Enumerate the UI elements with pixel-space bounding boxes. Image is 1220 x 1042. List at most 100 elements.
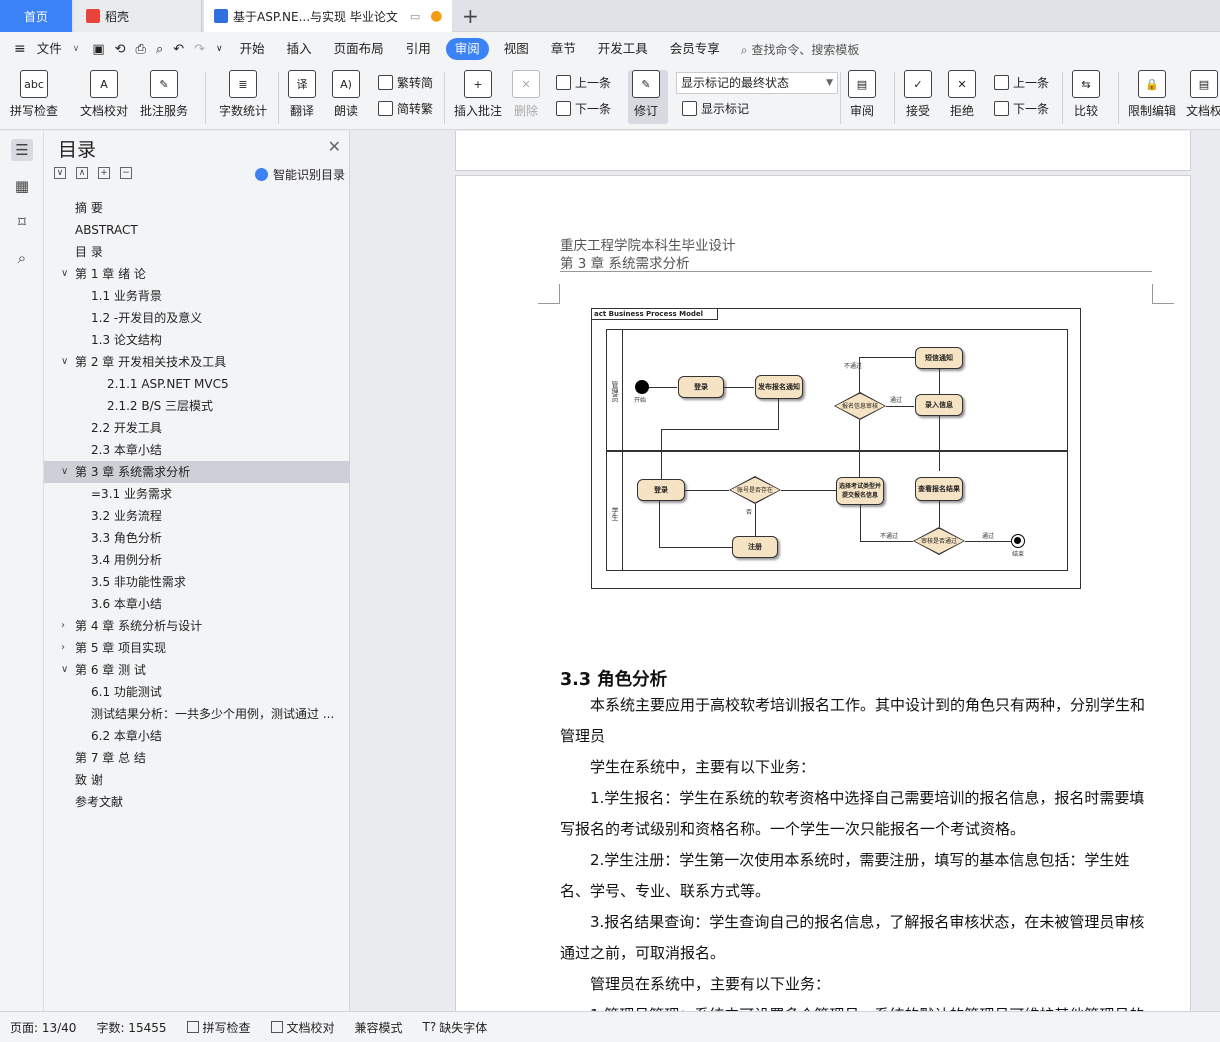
- toc-item[interactable]: 1.3 论文结构: [44, 329, 350, 351]
- toc-item[interactable]: › 第 5 章 项目实现: [44, 637, 350, 659]
- next-revision-button[interactable]: 下一条: [994, 100, 1049, 117]
- toc-item[interactable]: ∨ 第 6 章 测 试: [44, 659, 350, 681]
- redo-icon[interactable]: ↷: [194, 42, 205, 57]
- hamburger-icon[interactable]: ≡: [14, 41, 26, 57]
- monitor-icon[interactable]: ▭: [410, 10, 420, 23]
- tab-document[interactable]: 基于ASP.NE...与实现 毕业论文 ▭ ●: [204, 0, 452, 32]
- show-markup-button[interactable]: 显示标记: [682, 100, 749, 117]
- close-icon[interactable]: ✕: [328, 137, 341, 156]
- compat-mode[interactable]: 兼容模式: [345, 1019, 413, 1036]
- toc-item[interactable]: 第 7 章 总 结: [44, 747, 350, 769]
- toc-item[interactable]: 3.4 用例分析: [44, 549, 350, 571]
- collapse-all-icon[interactable]: ∨: [54, 167, 66, 179]
- simp-to-trad-button[interactable]: 简转繁: [378, 100, 433, 117]
- toc-item[interactable]: 3.6 本章小结: [44, 593, 350, 615]
- toc-item[interactable]: 3.5 非功能性需求: [44, 571, 350, 593]
- markup-state-select[interactable]: 显示标记的最终状态 ▼: [676, 72, 838, 94]
- track-changes-button[interactable]: ✎ 修订: [632, 70, 660, 119]
- status-doc-proof[interactable]: 文档校对: [261, 1019, 345, 1036]
- word-count-indicator[interactable]: 字数: 15455: [86, 1019, 176, 1036]
- quick-access-more-icon[interactable]: ∨: [216, 44, 223, 54]
- menu-chapter[interactable]: 章节: [540, 38, 587, 60]
- document-page[interactable]: 重庆工程学院本科生毕业设计 第 3 章 系统需求分析 act Business …: [455, 175, 1191, 1011]
- toc-item[interactable]: 3.2 业务流程: [44, 505, 350, 527]
- toc-item[interactable]: 测试结果分析：一共多少个用例，测试通过 ...: [44, 703, 350, 725]
- reject-button[interactable]: ✕ 拒绝: [948, 70, 976, 119]
- toc-item[interactable]: 2.3 本章小结: [44, 439, 350, 461]
- accept-button[interactable]: ✓ 接受: [904, 70, 932, 119]
- toc-item[interactable]: 2.1.1 ASP.NET MVC5: [44, 373, 350, 395]
- smart-toc-button[interactable]: 智能识别目录: [254, 166, 345, 183]
- chevron-down-icon[interactable]: ∨: [61, 351, 68, 373]
- chevron-down-icon[interactable]: ∨: [61, 263, 68, 285]
- toc-item[interactable]: 1.2 -开发目的及意义: [44, 307, 350, 329]
- chevron-down-icon[interactable]: ∨: [61, 659, 68, 681]
- business-process-diagram[interactable]: act Business Process Model 管理员 学生 开始 登录 …: [591, 308, 1081, 589]
- command-search[interactable]: ⌕ 查找命令、搜索模板: [741, 41, 860, 58]
- toc-icon[interactable]: ☰: [11, 139, 33, 161]
- menu-layout[interactable]: 页面布局: [323, 38, 395, 60]
- search-icon[interactable]: ⌕: [11, 247, 33, 269]
- new-tab-button[interactable]: +: [462, 4, 479, 28]
- review-pane-button[interactable]: ▤ 审阅: [848, 70, 876, 119]
- chevron-right-icon[interactable]: ›: [61, 615, 65, 637]
- plus-icon[interactable]: +: [98, 167, 110, 179]
- tab-home[interactable]: 首页: [0, 0, 72, 32]
- annotation-service-button[interactable]: ✎ 批注服务: [140, 70, 188, 119]
- translate-button[interactable]: 译翻译: [288, 70, 316, 119]
- toc-item[interactable]: 摘 要: [44, 197, 350, 219]
- menu-insert[interactable]: 插入: [276, 38, 323, 60]
- doc-rights-button[interactable]: ▤ 文档权: [1186, 70, 1220, 119]
- prev-comment-button[interactable]: 上一条: [556, 74, 611, 91]
- format-painter-icon[interactable]: ⟲: [115, 42, 126, 57]
- compare-button[interactable]: ⇆ 比较: [1072, 70, 1100, 119]
- print-preview-icon[interactable]: ⌕: [156, 42, 163, 57]
- toc-item[interactable]: 参考文献: [44, 791, 350, 813]
- read-aloud-button[interactable]: A) 朗读: [332, 70, 360, 119]
- chevron-right-icon[interactable]: ›: [61, 637, 65, 659]
- toc-item[interactable]: › 第 4 章 系统分析与设计: [44, 615, 350, 637]
- toc-item[interactable]: 6.2 本章小结: [44, 725, 350, 747]
- menu-home[interactable]: 开始: [229, 38, 276, 60]
- delete-comment-button[interactable]: ✕ 删除: [512, 70, 540, 119]
- trad-to-simp-button[interactable]: 繁转简: [378, 74, 433, 91]
- status-spell-check[interactable]: 拼写检查: [177, 1019, 261, 1036]
- toc-item[interactable]: 1.1 业务背景: [44, 285, 350, 307]
- toc-item[interactable]: 致 谢: [44, 769, 350, 791]
- save-icon[interactable]: ▣: [92, 42, 104, 57]
- insert-comment-button[interactable]: + 插入批注: [454, 70, 502, 119]
- toc-item[interactable]: 6.1 功能测试: [44, 681, 350, 703]
- undo-icon[interactable]: ↶: [173, 42, 184, 57]
- menu-file[interactable]: 文件: [26, 38, 73, 60]
- toc-item[interactable]: 目 录: [44, 241, 350, 263]
- bookmark-icon[interactable]: ⌑: [11, 211, 33, 233]
- print-icon[interactable]: ⎙: [136, 42, 146, 57]
- menu-developer[interactable]: 开发工具: [587, 38, 659, 60]
- toc-item[interactable]: 3.3 角色分析: [44, 527, 350, 549]
- chevron-down-icon[interactable]: ∨: [73, 44, 80, 54]
- chapter-nav-icon[interactable]: ▦: [11, 175, 33, 197]
- spell-check-button[interactable]: abc 拼写检查: [10, 70, 58, 119]
- toc-item[interactable]: ABSTRACT: [44, 219, 350, 241]
- menu-member[interactable]: 会员专享: [659, 38, 731, 60]
- missing-font-button[interactable]: T? 缺失字体: [413, 1019, 498, 1036]
- menu-references[interactable]: 引用: [395, 38, 442, 60]
- toc-item[interactable]: =3.1 业务需求: [44, 483, 350, 505]
- menu-review[interactable]: 审阅: [445, 38, 489, 60]
- toc-item[interactable]: ∨ 第 2 章 开发相关技术及工具: [44, 351, 350, 373]
- expand-up-icon[interactable]: ∧: [76, 167, 88, 179]
- toc-item[interactable]: 2.2 开发工具: [44, 417, 350, 439]
- menu-view[interactable]: 视图: [493, 38, 540, 60]
- toc-item[interactable]: ∨ 第 3 章 系统需求分析: [44, 461, 350, 483]
- toc-item[interactable]: 2.1.2 B/S 三层模式: [44, 395, 350, 417]
- tab-daoke[interactable]: 稻壳: [74, 0, 202, 32]
- prev-revision-button[interactable]: 上一条: [994, 74, 1049, 91]
- next-comment-button[interactable]: 下一条: [556, 100, 611, 117]
- minus-icon[interactable]: −: [120, 167, 132, 179]
- toc-item[interactable]: ∨ 第 1 章 绪 论: [44, 263, 350, 285]
- doc-proof-button[interactable]: A 文档校对: [80, 70, 128, 119]
- word-count-button[interactable]: ≣ 字数统计: [219, 70, 267, 119]
- restrict-edit-button[interactable]: 🔒 限制编辑: [1128, 70, 1176, 119]
- chevron-down-icon[interactable]: ∨: [61, 461, 68, 483]
- page-indicator[interactable]: 页面: 13/40: [0, 1019, 86, 1036]
